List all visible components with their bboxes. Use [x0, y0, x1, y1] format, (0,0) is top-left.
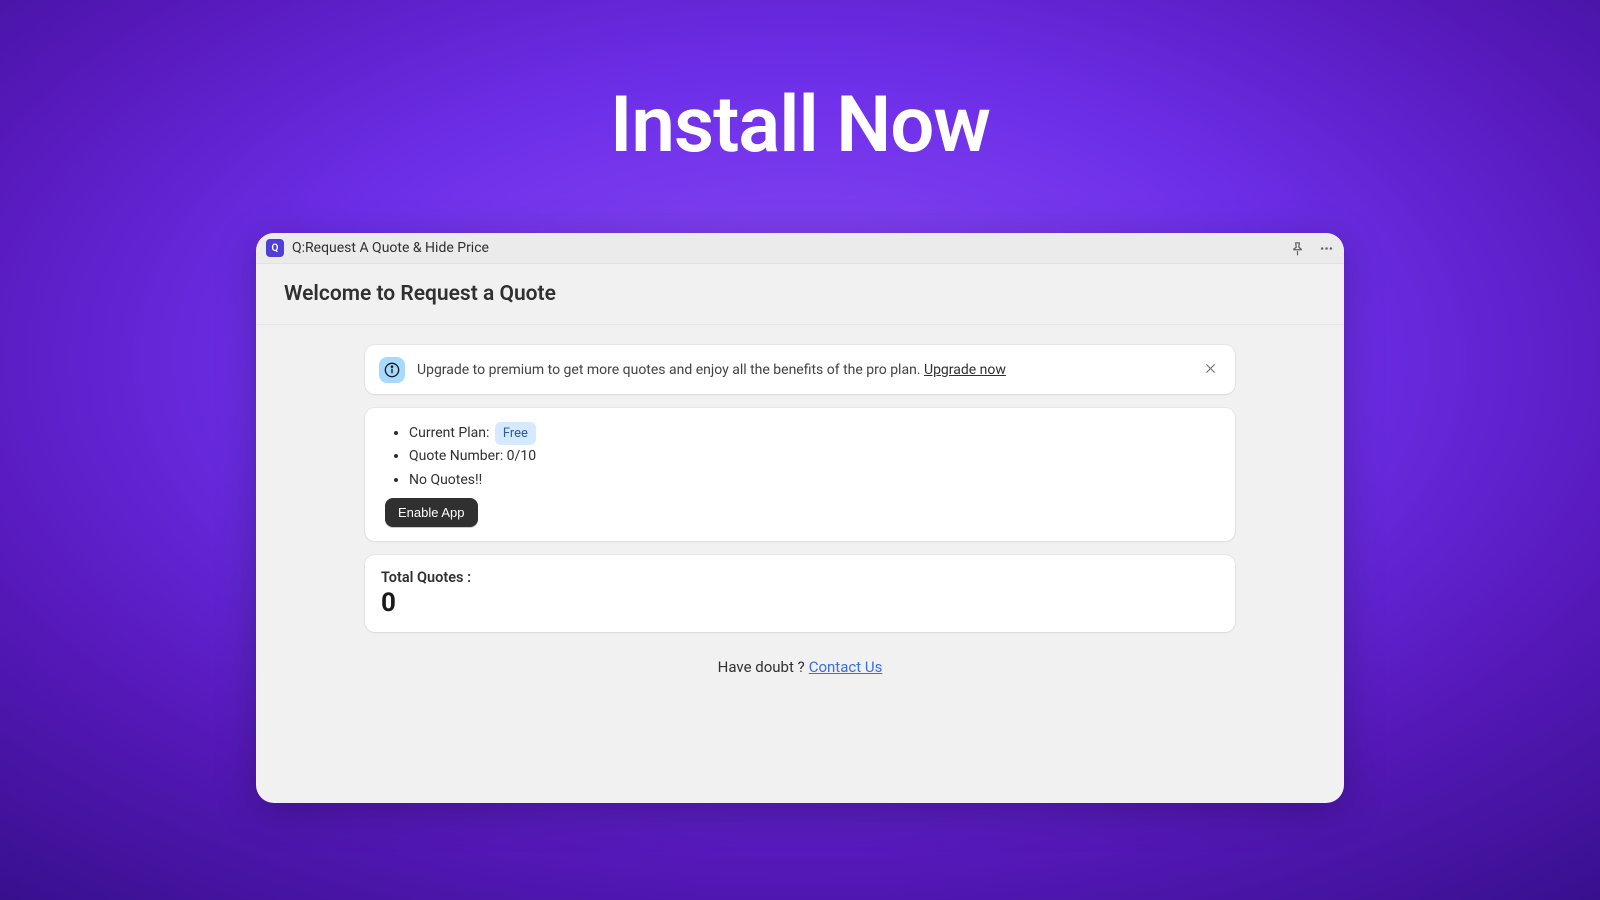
banner-message: Upgrade to premium to get more quotes an… — [417, 362, 924, 378]
plan-current-label: Current Plan: — [409, 425, 489, 441]
close-icon[interactable] — [1200, 356, 1221, 383]
plan-quote-number: Quote Number: 0/10 — [409, 445, 1221, 468]
titlebar: Q Q:Request A Quote & Hide Price — [256, 233, 1344, 264]
banner-text: Upgrade to premium to get more quotes an… — [417, 362, 1188, 378]
plan-badge: Free — [495, 422, 536, 445]
upgrade-link[interactable]: Upgrade now — [924, 362, 1006, 378]
headline: Install Now — [610, 80, 990, 171]
app-icon: Q — [266, 239, 284, 257]
contact-link[interactable]: Contact Us — [809, 658, 883, 676]
more-icon[interactable] — [1319, 241, 1334, 256]
total-quotes-label: Total Quotes : — [381, 569, 1219, 586]
contact-row: Have doubt ? Contact Us — [718, 658, 883, 676]
page-header: Welcome to Request a Quote — [256, 264, 1344, 325]
plan-list: Current Plan: Free Quote Number: 0/10 No… — [409, 422, 1221, 492]
titlebar-actions — [1290, 241, 1334, 256]
upgrade-banner: Upgrade to premium to get more quotes an… — [365, 345, 1235, 394]
titlebar-title: Q:Request A Quote & Hide Price — [292, 240, 489, 256]
info-icon — [379, 357, 405, 383]
contact-text: Have doubt ? — [718, 658, 805, 676]
app-window: Q Q:Request A Quote & Hide Price Welcome… — [256, 233, 1344, 803]
page-title: Welcome to Request a Quote — [284, 282, 1316, 306]
app-icon-letter: Q — [272, 243, 279, 254]
content: Upgrade to premium to get more quotes an… — [256, 325, 1344, 803]
total-quotes-value: 0 — [381, 588, 1219, 618]
pin-icon[interactable] — [1290, 241, 1305, 256]
plan-card: Current Plan: Free Quote Number: 0/10 No… — [365, 408, 1235, 541]
total-quotes-card: Total Quotes : 0 — [365, 555, 1235, 632]
plan-current: Current Plan: Free — [409, 422, 1221, 445]
enable-app-button[interactable]: Enable App — [385, 498, 478, 527]
plan-no-quotes: No Quotes!! — [409, 469, 1221, 492]
